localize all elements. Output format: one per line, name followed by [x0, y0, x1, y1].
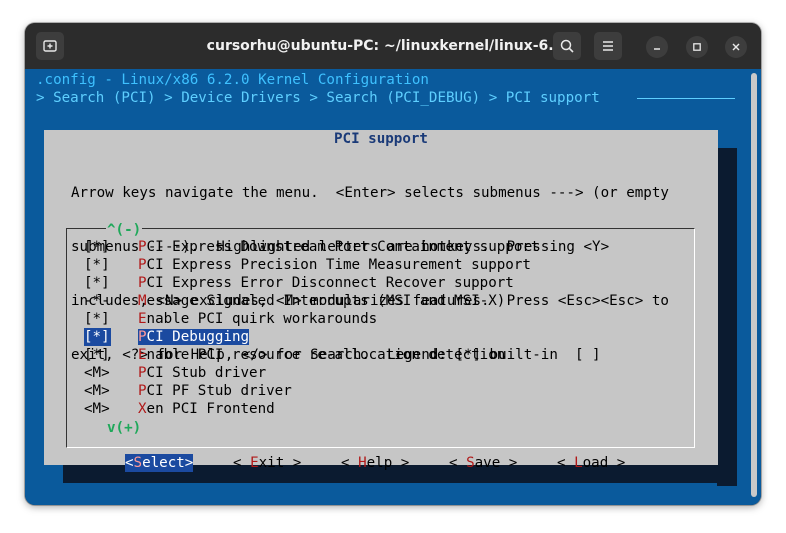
menu-item-mark[interactable]: [*]: [84, 238, 138, 256]
button-bracket: <: [125, 455, 134, 471]
button-bracket: <: [449, 455, 467, 471]
menu-item-hotkey: P: [138, 365, 147, 381]
menu-item-hotkey: M: [138, 293, 147, 309]
menu-item-text: essage Signaled Interrupts (MSI and MSI-…: [146, 293, 506, 309]
menuconfig-dialog: PCI support Arrow keys navigate the menu…: [44, 130, 718, 472]
menu-item[interactable]: <M> PCI PF Stub driver: [84, 382, 292, 400]
select-button[interactable]: <Select>: [125, 454, 194, 472]
menu-item[interactable]: <M> PCI Stub driver: [84, 364, 266, 382]
menu-item[interactable]: <M> Xen PCI Frontend: [84, 400, 275, 418]
scroll-up-indicator[interactable]: ^(-): [106, 221, 143, 239]
menu-item-label[interactable]: Enable PCI resource re-allocation detect…: [138, 347, 505, 363]
hamburger-icon: [603, 41, 613, 51]
menu-item-hotkey: P: [138, 383, 147, 399]
menu-item-label[interactable]: Xen PCI Frontend: [138, 401, 275, 417]
button-label: xit >: [258, 455, 302, 471]
window-title: cursorhu@ubuntu-PC: ~/linuxkernel/linux-…: [206, 38, 564, 54]
menu-item[interactable]: [*] PCI Express Downstream Port Containme…: [84, 238, 539, 256]
new-tab-icon: [43, 40, 57, 52]
load-button[interactable]: < Load >: [557, 454, 625, 472]
maximize-button[interactable]: [686, 36, 708, 58]
breadcrumb: > Search (PCI) > Device Drivers > Search…: [36, 90, 600, 106]
menu-item-label[interactable]: Message Signaled Interrupts (MSI and MSI…: [138, 293, 505, 309]
button-bracket: <: [341, 455, 359, 471]
menu-item-mark[interactable]: [*]: [84, 274, 138, 292]
menu-item[interactable]: [*] Enable PCI resource re-allocation det…: [84, 346, 505, 364]
dialog-shadow: [717, 148, 737, 486]
menu-item-hotkey: P: [138, 239, 147, 255]
menu-item-mark[interactable]: <M>: [84, 364, 138, 382]
minimize-button[interactable]: [646, 36, 668, 58]
button-hotkey: S: [466, 455, 475, 471]
menu-item-text: nable PCI quirk workarounds: [146, 311, 378, 327]
terminal-window: cursorhu@ubuntu-PC: ~/linuxkernel/linux-…: [25, 23, 761, 505]
menu-item-mark[interactable]: <M>: [84, 382, 138, 400]
menu-item-text: CI Express Precision Time Measurement su…: [146, 257, 531, 273]
search-icon: [560, 39, 574, 53]
menu-item-label[interactable]: PCI Stub driver: [138, 365, 266, 381]
menu-item-label[interactable]: PCI Express Error Disconnect Recover sup…: [138, 275, 514, 291]
menu-item-label[interactable]: PCI Express Precision Time Measurement s…: [138, 257, 531, 273]
button-label: ave >: [474, 455, 518, 471]
menu-item-hotkey: P: [138, 329, 147, 345]
menu-item[interactable]: [*] Enable PCI quirk workarounds: [84, 310, 377, 328]
dialog-title: PCI support: [334, 131, 428, 147]
scroll-down-indicator[interactable]: v(+): [106, 419, 143, 437]
titlebar: cursorhu@ubuntu-PC: ~/linuxkernel/linux-…: [25, 23, 761, 69]
save-button[interactable]: < Save >: [449, 454, 517, 472]
maximize-icon: [693, 43, 701, 51]
menu-item-text: CI Stub driver: [146, 365, 267, 381]
button-hotkey: H: [358, 455, 367, 471]
button-hotkey: L: [574, 455, 583, 471]
config-title: .config - Linux/x86 6.2.0 Kernel Configu…: [36, 72, 429, 88]
menu-item-hotkey: X: [138, 401, 147, 417]
menu-item-mark[interactable]: [*]: [84, 346, 138, 364]
menu-item-hotkey: P: [138, 257, 147, 273]
minimize-icon: [654, 48, 660, 50]
menu-item-text: CI Express Downstream Port Containment s…: [146, 239, 540, 255]
menu-item-label[interactable]: PCI PF Stub driver: [138, 383, 292, 399]
menu-item-mark[interactable]: [*]: [84, 310, 138, 328]
menu-item-mark[interactable]: <M>: [84, 400, 138, 418]
button-label: oad >: [582, 455, 626, 471]
menu-item-text: CI PF Stub driver: [146, 383, 292, 399]
menu-item-mark[interactable]: -*-: [84, 292, 138, 310]
menu-item-text: nable PCI resource re-allocation detecti…: [146, 347, 506, 363]
menu-item-label[interactable]: PCI Express Downstream Port Containment …: [138, 239, 539, 255]
terminal-area[interactable]: .config - Linux/x86 6.2.0 Kernel Configu…: [25, 69, 761, 505]
menu-item-text: CI Express Error Disconnect Recover supp…: [146, 275, 514, 291]
menu-item[interactable]: -*- Message Signaled Interrupts (MSI and …: [84, 292, 505, 310]
menu-item-text: CI Debugging: [146, 329, 250, 345]
button-bracket: <: [233, 455, 251, 471]
menu-item-label[interactable]: PCI Debugging: [138, 329, 250, 345]
close-icon: [732, 43, 740, 51]
menu-item[interactable]: [*] PCI Express Error Disconnect Recover …: [84, 274, 514, 292]
menu-item-hotkey: P: [138, 275, 147, 291]
menu-item-text: en PCI Frontend: [146, 401, 275, 417]
button-label: elp >: [366, 455, 410, 471]
button-hotkey: S: [133, 455, 143, 471]
exit-button[interactable]: < Exit >: [233, 454, 301, 472]
help-button[interactable]: < Help >: [341, 454, 409, 472]
menu-item-hotkey: E: [138, 311, 147, 327]
button-bracket: <: [557, 455, 575, 471]
menu-item[interactable]: [*] PCI Debugging: [84, 328, 250, 346]
menu-item[interactable]: [*] PCI Express Precision Time Measuremen…: [84, 256, 531, 274]
help-line: Arrow keys navigate the menu. <Enter> se…: [71, 185, 669, 201]
button-label: elect>: [142, 455, 194, 471]
search-button[interactable]: [553, 32, 581, 60]
menu-item-mark[interactable]: [*]: [84, 256, 138, 274]
menu-item-hotkey: E: [138, 347, 147, 363]
menu-button[interactable]: [594, 32, 622, 60]
button-hotkey: E: [250, 455, 259, 471]
close-button[interactable]: [725, 36, 747, 58]
menu-item-label[interactable]: Enable PCI quirk workarounds: [138, 311, 377, 327]
menu-item-mark[interactable]: [*]: [84, 328, 111, 346]
breadcrumb-rule: [637, 98, 735, 99]
terminal-scrollbar[interactable]: [751, 73, 757, 497]
button-bar: <Select> < Exit > < Help > < Save > < Load >: [44, 454, 718, 472]
new-tab-button[interactable]: [36, 32, 64, 60]
